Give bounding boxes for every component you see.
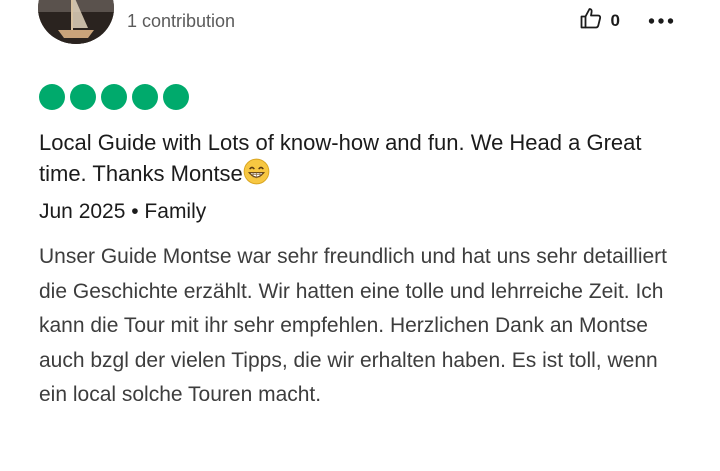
avatar-photo (38, 0, 114, 44)
review-title-text: Local Guide with Lots of know-how and fu… (39, 130, 642, 186)
more-options-button[interactable] (648, 12, 674, 30)
review-title[interactable]: Local Guide with Lots of know-how and fu… (39, 127, 689, 193)
more-horizontal-icon (648, 12, 674, 30)
review-text: Unser Guide Montse war sehr freundlich u… (39, 245, 667, 406)
helpful-count: 0 (610, 10, 620, 30)
thumbs-up-icon (579, 6, 603, 35)
rating-bubble (70, 84, 96, 110)
contributions-count: 1 contribution (127, 11, 236, 31)
rating-bubble (132, 84, 158, 110)
grinning-face-emoji-icon (243, 158, 270, 193)
helpful-vote-button[interactable]: 0 (579, 6, 620, 35)
review-meta: Jun 2025 • Family (39, 200, 207, 223)
rating-bubble (163, 84, 189, 110)
review-actions: 0 (579, 6, 674, 35)
rating-bubble (39, 84, 65, 110)
rating-bubble (101, 84, 127, 110)
rating-bubbles (39, 84, 189, 110)
avatar[interactable] (38, 0, 114, 44)
